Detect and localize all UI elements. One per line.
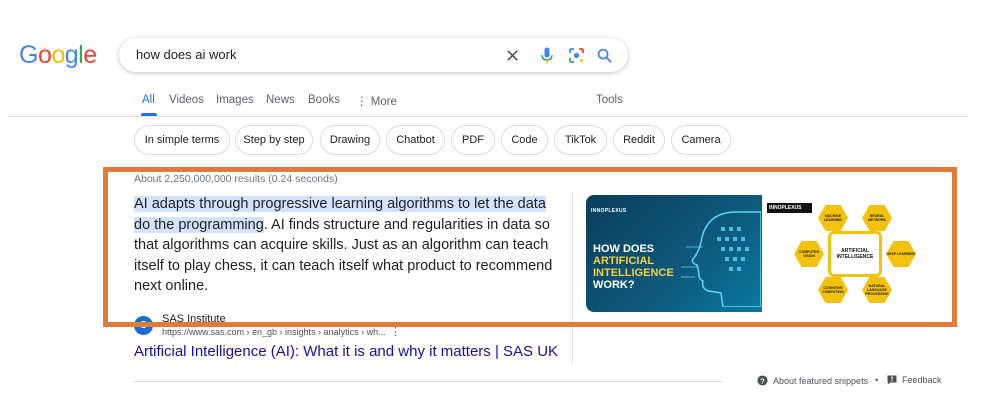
- tab-images[interactable]: Images: [216, 94, 254, 106]
- chip-drawing[interactable]: Drawing: [320, 125, 380, 155]
- chip-pdf[interactable]: PDF: [451, 125, 495, 155]
- tab-videos[interactable]: Videos: [169, 94, 204, 106]
- tab-books[interactable]: Books: [308, 94, 340, 106]
- chip-chatbot[interactable]: Chatbot: [386, 125, 445, 155]
- source-url[interactable]: https://www.sas.com › en_gb › insights ›…: [162, 327, 386, 337]
- logo-letter: e: [83, 41, 97, 69]
- search-icon[interactable]: [594, 45, 614, 65]
- chip-tiktok[interactable]: TikTok: [554, 125, 607, 155]
- result-title-link[interactable]: Artificial Intelligence (AI): What it is…: [134, 343, 558, 360]
- search-input[interactable]: how does ai work: [136, 47, 236, 62]
- google-logo[interactable]: Google: [19, 41, 97, 70]
- svg-text:?: ?: [760, 376, 765, 385]
- feedback-label: Feedback: [902, 375, 942, 385]
- about-featured-snippets-link[interactable]: ? About featured snippets: [757, 375, 868, 386]
- chip-in-simple-terms[interactable]: In simple terms: [134, 125, 230, 155]
- lens-icon[interactable]: [566, 45, 586, 65]
- about-featured-snippets-label: About featured snippets: [773, 375, 869, 386]
- footer-separator: •: [875, 375, 879, 385]
- logo-letter: g: [64, 41, 79, 69]
- logo-letter: G: [19, 41, 38, 69]
- question-circle-icon: ?: [757, 375, 768, 386]
- logo-letter: o: [37, 41, 52, 69]
- chip-reddit[interactable]: Reddit: [613, 125, 665, 155]
- clear-icon[interactable]: [502, 45, 522, 65]
- tab-more-label: More: [370, 96, 397, 108]
- chip-camera[interactable]: Camera: [671, 125, 731, 155]
- feedback-link[interactable]: Feedback: [887, 375, 942, 385]
- feedback-icon: [887, 375, 897, 385]
- tabs-divider: [8, 116, 968, 117]
- tab-news[interactable]: News: [266, 94, 295, 106]
- chip-code[interactable]: Code: [501, 125, 548, 155]
- tab-all[interactable]: All: [142, 94, 155, 106]
- tab-more[interactable]: ⋮ More: [356, 94, 397, 108]
- search-box[interactable]: how does ai work: [119, 38, 628, 72]
- more-dots-icon: ⋮: [356, 96, 371, 108]
- tab-tools[interactable]: Tools: [596, 94, 623, 106]
- logo-letter: o: [51, 41, 65, 69]
- microphone-icon[interactable]: [537, 45, 557, 65]
- chip-step-by-step[interactable]: Step by step: [235, 125, 313, 155]
- annotation-highlight-box: [103, 167, 957, 327]
- footer-divider: [134, 381, 722, 382]
